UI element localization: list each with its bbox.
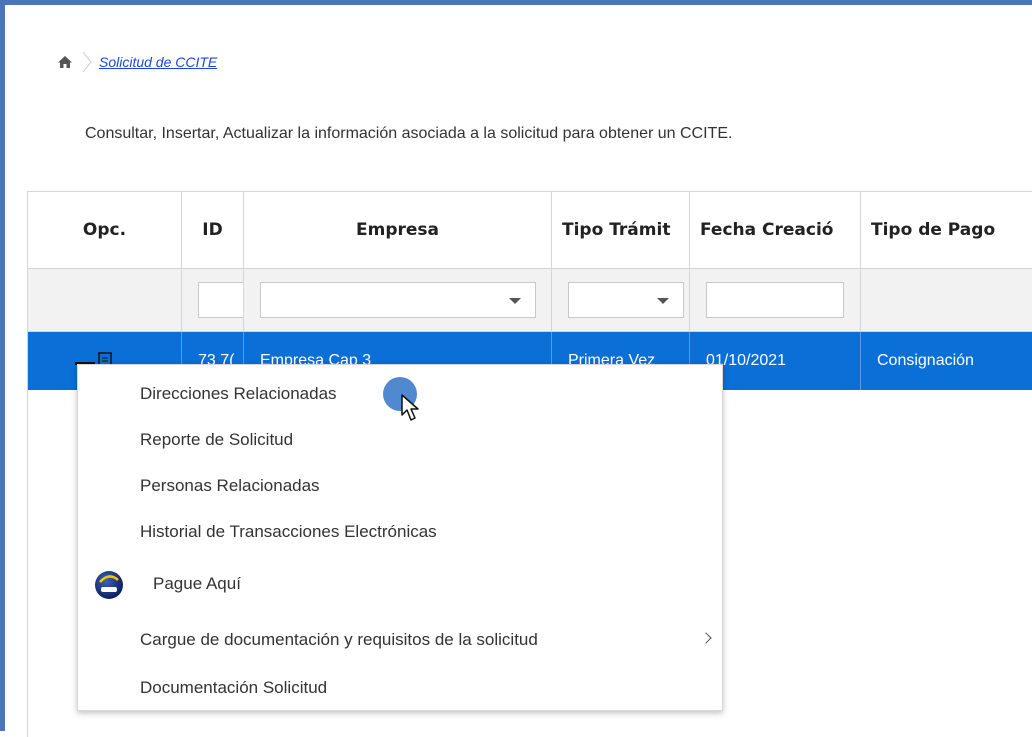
app-frame: Solicitud de CCITE Consultar, Insertar, …	[0, 0, 1032, 737]
column-header-tipo-tramite[interactable]: Tipo Trámit	[552, 192, 690, 268]
filter-fecha-creacion-input[interactable]	[706, 282, 844, 318]
filter-cell-tipo-pago	[861, 269, 1032, 331]
menu-item-label: Direcciones Relacionadas	[140, 384, 337, 403]
page-description: Consultar, Insertar, Actualizar la infor…	[85, 125, 733, 142]
filter-empresa-dropdown[interactable]	[260, 282, 536, 318]
menu-item-label: Documentación Solicitud	[140, 678, 328, 697]
column-header-fecha-creacion[interactable]: Fecha Creació	[690, 192, 861, 268]
menu-item-label: Cargue de documentación y requisitos de …	[140, 630, 538, 649]
filter-cell-opc	[28, 269, 182, 331]
column-header-tipo-pago[interactable]: Tipo de Pago	[861, 192, 1032, 268]
menu-item-documentacion-solicitud[interactable]: Documentación Solicitud	[78, 665, 722, 711]
column-header-opc[interactable]: Opc.	[28, 192, 182, 268]
filter-id-input[interactable]	[198, 282, 243, 318]
chevron-down-icon	[509, 298, 521, 304]
menu-item-label: Pague Aquí	[153, 574, 241, 593]
breadcrumb: Solicitud de CCITE	[57, 51, 217, 73]
menu-item-label: Historial de Transacciones Electrónicas	[140, 522, 437, 541]
menu-item-reporte-solicitud[interactable]: Reporte de Solicitud	[78, 417, 722, 463]
breadcrumb-link-solicitud[interactable]: Solicitud de CCITE	[99, 54, 217, 70]
filter-cell-fecha-creacion	[690, 269, 861, 331]
breadcrumb-separator-icon	[81, 51, 93, 73]
filter-tipo-tramite-dropdown[interactable]	[568, 282, 684, 318]
menu-item-personas-relacionadas[interactable]: Personas Relacionadas	[78, 463, 722, 509]
menu-item-historial-transacciones[interactable]: Historial de Transacciones Electrónicas	[78, 509, 722, 555]
column-header-empresa[interactable]: Empresa	[244, 192, 552, 268]
filter-cell-empresa	[244, 269, 552, 331]
row-tipo-pago: Consignación	[861, 332, 1032, 390]
column-header-id[interactable]: ID	[182, 192, 244, 268]
home-icon[interactable]	[57, 55, 73, 69]
grid-filter-row	[28, 269, 1032, 332]
menu-item-cargue-documentacion[interactable]: Cargue de documentación y requisitos de …	[78, 617, 722, 663]
menu-item-label: Reporte de Solicitud	[140, 430, 294, 449]
menu-item-label: Personas Relacionadas	[140, 476, 320, 495]
chevron-right-icon	[700, 632, 712, 644]
filter-cell-id	[182, 269, 244, 331]
mouse-pointer-icon	[401, 394, 419, 421]
menu-item-pague-aqui[interactable]: Pague Aquí	[78, 561, 722, 607]
grid-header-row: Opc. ID Empresa Tipo Trámit Fecha Creaci…	[28, 192, 1032, 269]
chevron-down-icon	[657, 298, 669, 304]
filter-cell-tipo-tramite	[552, 269, 690, 331]
pse-icon	[94, 570, 124, 600]
